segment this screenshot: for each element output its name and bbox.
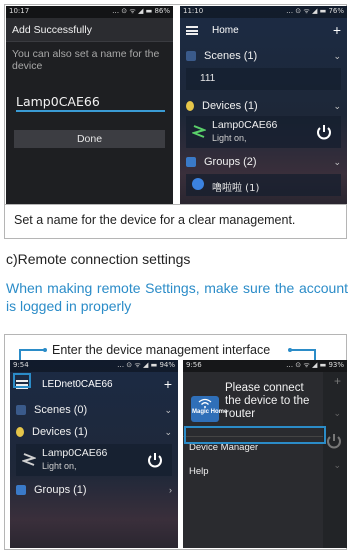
devices-label: Devices (1) — [32, 426, 88, 438]
group-item[interactable]: 嚕啦啦 (1) — [186, 174, 341, 196]
device-name: Lamp0CAE66 — [42, 447, 108, 459]
menu-icon[interactable] — [186, 25, 198, 35]
groups-icon — [16, 485, 26, 495]
groups-label: Groups (2) — [204, 156, 257, 168]
chevron-down-icon: ⌄ — [333, 100, 341, 111]
lamp-icon — [22, 453, 36, 466]
power-icon — [327, 434, 341, 449]
device-item[interactable]: Lamp0CAE66 Light on, — [186, 116, 341, 148]
lamp-icon — [192, 125, 206, 138]
chevron-down-icon: ⌄ — [333, 156, 341, 167]
status-time: 10:17 — [9, 7, 30, 15]
scene-item-label: 111 — [200, 73, 216, 84]
figure2-label: Enter the device management interface — [52, 343, 271, 357]
dialog-message: You can also set a name for the device — [12, 48, 160, 72]
app-bar: LEDnet0CAE66 + — [10, 372, 178, 396]
add-icon[interactable]: + — [164, 376, 172, 392]
status-bar: 9:56 … ⊙ ᯤ ◢ ▬ 93% — [183, 360, 347, 372]
power-icon[interactable] — [315, 123, 333, 141]
scenes-label: Scenes (1) — [204, 50, 258, 62]
status-icons: … ⊙ ᯤ ◢ ▬ 76% — [286, 7, 344, 15]
connect-prompt: Please connect the device to the router — [225, 382, 310, 420]
status-icons: … ⊙ ᯤ ◢ ▬ 93% — [286, 361, 344, 369]
chevron-down-icon: ⌄ — [333, 460, 341, 470]
logo-text: Magic Home — [192, 409, 228, 415]
status-bar: 9:54 … ⊙ ᯤ ◢ ▬ 94% — [10, 360, 178, 372]
groups-row[interactable]: Groups (2) ⌄ — [180, 152, 347, 172]
group-avatar-icon — [192, 178, 204, 190]
wifi-icon — [198, 398, 212, 408]
callout-dot-right — [288, 348, 292, 352]
bulb-icon — [16, 427, 24, 437]
scenes-row[interactable]: Scenes (0) ⌄ — [10, 400, 178, 420]
screenshot-add-successfully: 10:17 … ⊙ ᯤ ◢ ▬ 86% Add Successfully You… — [6, 6, 173, 204]
scene-item[interactable]: 111 — [186, 68, 341, 90]
device-name: Lamp0CAE66 — [212, 119, 278, 131]
scenes-label: Scenes (0) — [34, 404, 88, 416]
scenes-icon — [16, 405, 26, 415]
devices-row[interactable]: Devices (1) ⌄ — [10, 422, 178, 442]
chevron-down-icon: ⌄ — [164, 404, 172, 415]
device-name-input[interactable]: Lamp0CAE66 — [16, 90, 165, 112]
navigation-drawer: Magic Home Please connect the device to … — [183, 372, 323, 548]
power-icon[interactable] — [146, 451, 164, 469]
remote-settings-note: When making remote Settings, make sure t… — [6, 280, 348, 314]
screenshot-home: 11:10 … ⊙ ᯤ ◢ ▬ 76% Home + Scenes (1) ⌄ … — [180, 6, 347, 204]
section-title: c)Remote connection settings — [6, 251, 191, 267]
device-state: Light on, — [42, 461, 77, 471]
callout-line-left — [19, 349, 45, 351]
app-title: Home — [212, 24, 239, 36]
bulb-icon — [186, 101, 194, 111]
callout-line-right — [290, 349, 316, 351]
group-item-label: 嚕啦啦 (1) — [212, 183, 260, 194]
chevron-down-icon: ⌄ — [333, 408, 341, 418]
groups-label: Groups (1) — [34, 484, 87, 496]
app-title: LEDnet0CAE66 — [42, 378, 113, 390]
screenshot-drawer: 9:56 … ⊙ ᯤ ◢ ▬ 93% + ⌄ ⌄ Magic Home Plea… — [183, 360, 347, 548]
scenes-row[interactable]: Scenes (1) ⌄ — [180, 46, 347, 66]
app-bar: Home + — [180, 18, 347, 42]
callout-dot-left — [43, 348, 47, 352]
figure1-caption: Set a name for the device for a clear ma… — [4, 204, 347, 234]
done-button[interactable]: Done — [14, 130, 165, 148]
scenes-icon — [186, 51, 196, 61]
status-bar: 10:17 … ⊙ ᯤ ◢ ▬ 86% — [6, 6, 173, 18]
screenshot-home-lednet: 9:54 … ⊙ ᯤ ◢ ▬ 94% LEDnet0CAE66 + Scenes… — [10, 360, 178, 548]
device-item[interactable]: Lamp0CAE66 Light on, — [16, 444, 172, 476]
groups-icon — [186, 157, 196, 167]
add-icon: + — [333, 374, 341, 388]
devices-row[interactable]: Devices (1) ⌄ — [180, 96, 347, 116]
status-time: 9:54 — [13, 361, 29, 369]
status-time: 11:10 — [183, 7, 204, 15]
menu-icon-highlight — [13, 373, 31, 388]
device-manager-highlight — [184, 426, 326, 444]
status-icons: … ⊙ ᯤ ◢ ▬ 86% — [112, 7, 170, 15]
dialog-title: Add Successfully — [6, 18, 173, 42]
chevron-right-icon: › — [169, 485, 172, 495]
devices-label: Devices (1) — [202, 100, 258, 112]
chevron-down-icon: ⌄ — [333, 50, 341, 61]
add-icon[interactable]: + — [333, 22, 341, 38]
status-icons: … ⊙ ᯤ ◢ ▬ 94% — [117, 361, 175, 369]
chevron-down-icon: ⌄ — [164, 426, 172, 437]
menu-item-help[interactable]: Help — [189, 466, 209, 477]
status-bar: 11:10 … ⊙ ᯤ ◢ ▬ 76% — [180, 6, 347, 18]
device-state: Light on, — [212, 133, 247, 143]
status-time: 9:56 — [186, 361, 202, 369]
magic-home-logo: Magic Home — [191, 396, 227, 422]
groups-row[interactable]: Groups (1) › — [10, 480, 178, 500]
